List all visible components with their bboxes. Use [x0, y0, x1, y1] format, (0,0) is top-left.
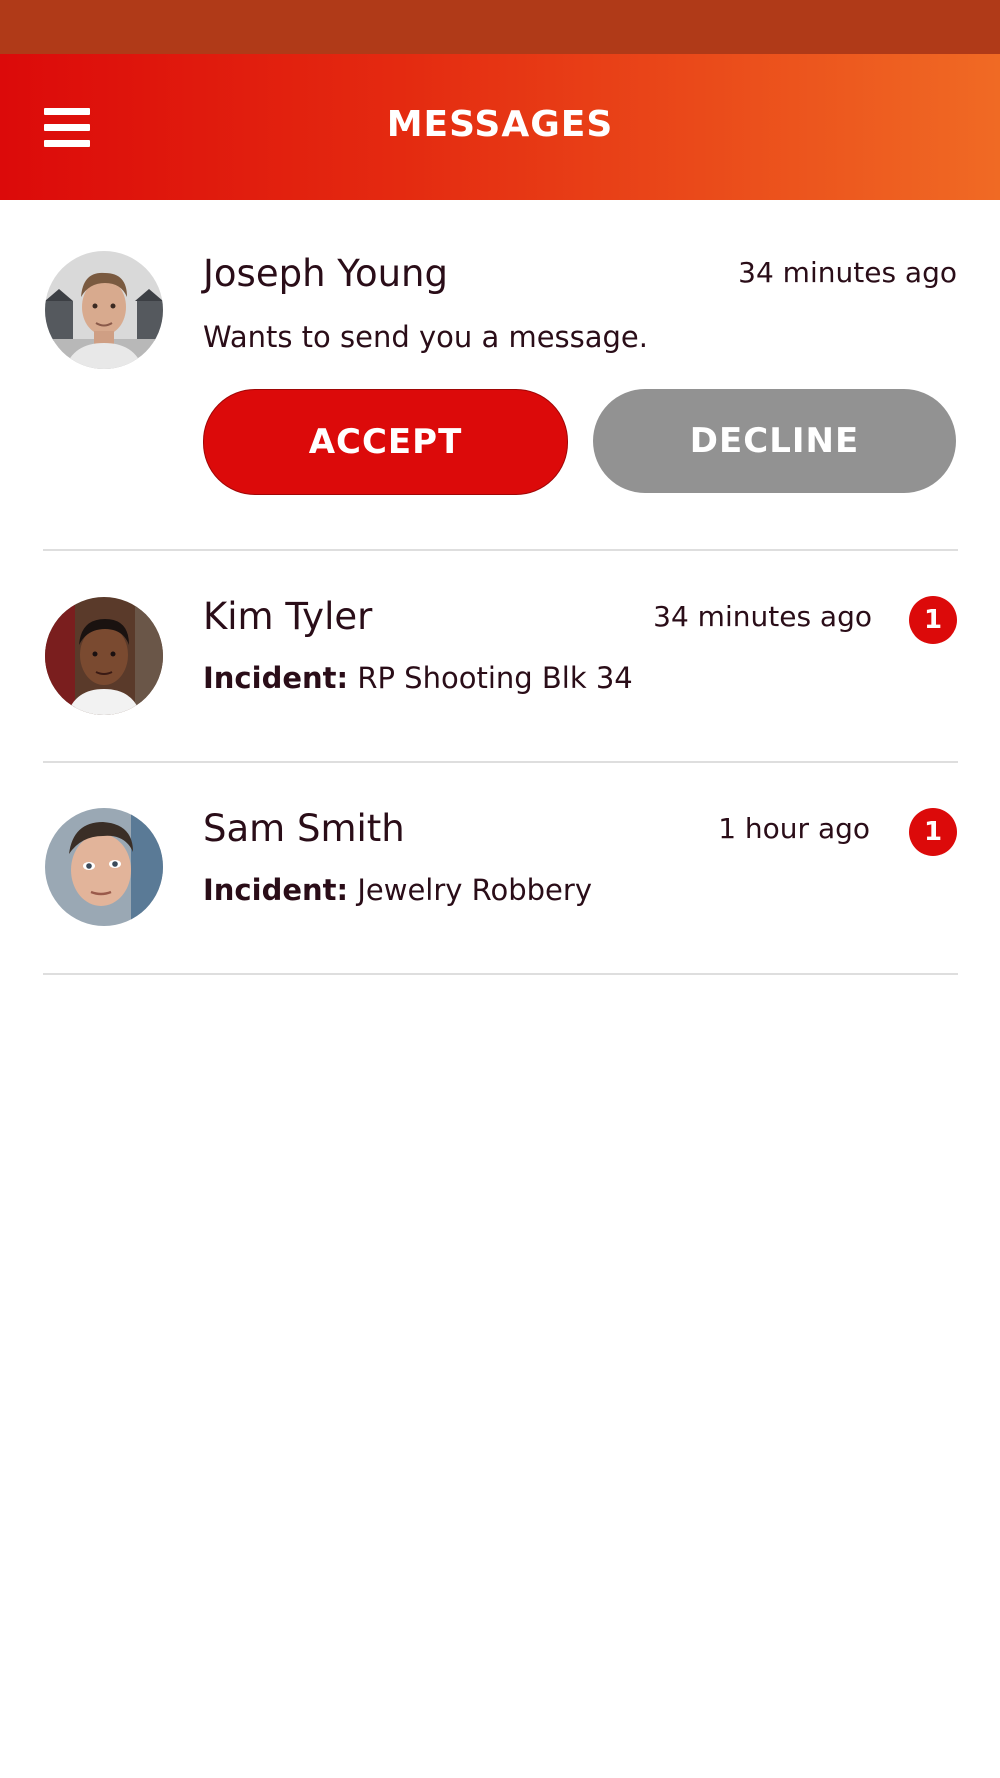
unread-badge: 1: [909, 596, 957, 644]
message-time: 34 minutes ago: [653, 600, 872, 633]
avatar: [45, 251, 163, 369]
conversation-item[interactable]: Sam Smith 1 hour ago 1 Incident: Jewelry…: [0, 763, 1000, 975]
message-request-item[interactable]: Joseph Young 34 minutes ago Wants to sen…: [0, 200, 1000, 551]
incident-label: Incident:: [203, 873, 349, 907]
page-title: MESSAGES: [386, 104, 614, 145]
avatar: [45, 597, 163, 715]
contact-name: Joseph Young: [203, 252, 448, 295]
decline-button[interactable]: DECLINE: [593, 389, 956, 493]
message-list: Joseph Young 34 minutes ago Wants to sen…: [0, 200, 1000, 975]
accept-button[interactable]: ACCEPT: [203, 389, 568, 495]
incident-text: Jewelry Robbery: [357, 873, 592, 907]
avatar: [45, 808, 163, 926]
conversation-item[interactable]: Kim Tyler 34 minutes ago 1 Incident: RP …: [0, 551, 1000, 763]
divider: [43, 973, 958, 975]
incident-line: Incident: Jewelry Robbery: [203, 873, 592, 907]
unread-badge: 1: [909, 808, 957, 856]
message-time: 34 minutes ago: [738, 256, 957, 289]
request-message: Wants to send you a message.: [203, 320, 648, 354]
contact-name: Sam Smith: [203, 807, 405, 850]
app-header: MESSAGES: [0, 54, 1000, 200]
incident-line: Incident: RP Shooting Blk 34: [203, 661, 633, 695]
message-time: 1 hour ago: [718, 812, 870, 845]
status-bar: [0, 0, 1000, 54]
incident-text: RP Shooting Blk 34: [357, 661, 633, 695]
incident-label: Incident:: [203, 661, 349, 695]
contact-name: Kim Tyler: [203, 595, 373, 638]
